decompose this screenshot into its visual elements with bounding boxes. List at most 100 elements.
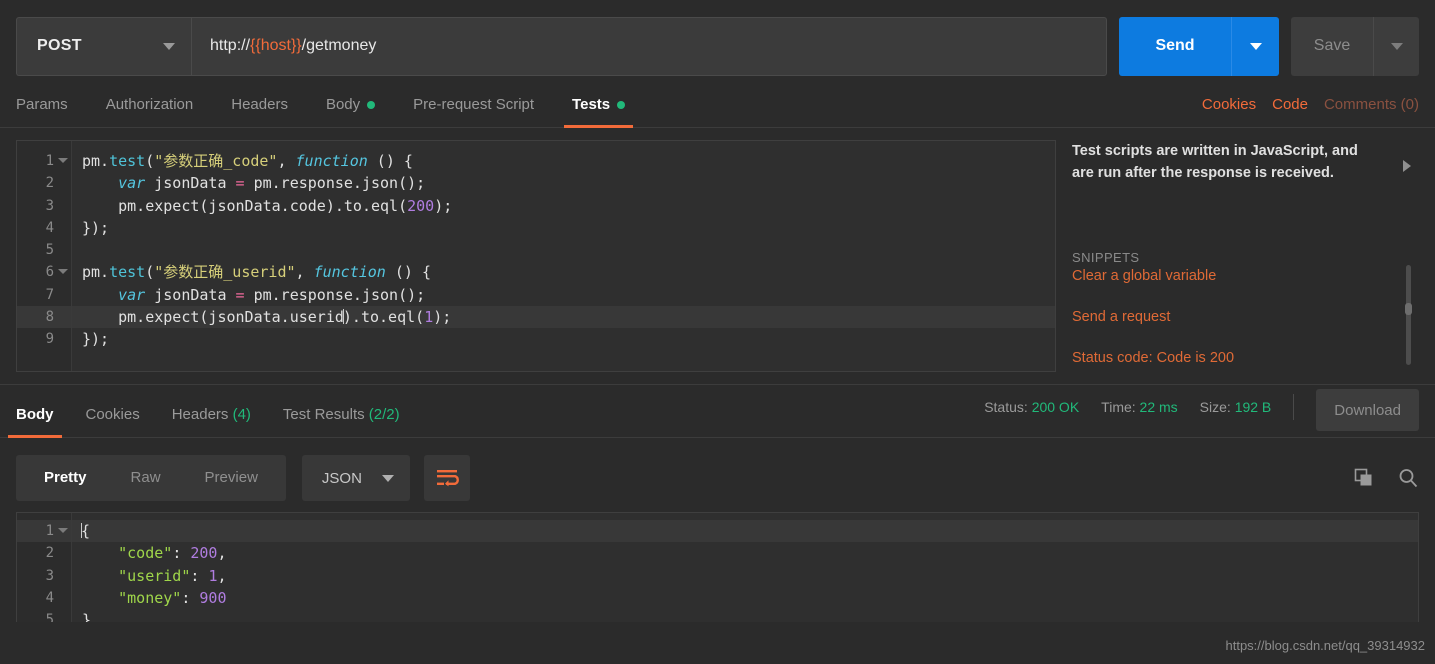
tab-label: Cookies	[85, 406, 140, 423]
line-number: 1	[17, 520, 71, 543]
fold-arrow-icon[interactable]	[58, 528, 68, 533]
url-input[interactable]: http://{{host}}/getmoney	[191, 16, 1107, 76]
status-value: 200 OK	[1031, 399, 1080, 415]
snippets-scrollbar[interactable]	[1405, 265, 1412, 365]
code-line-active: pm.expect(jsonData.userid).to.eql(1);	[72, 306, 1055, 329]
line-number: 7	[45, 286, 54, 303]
tab-body[interactable]: Body	[325, 96, 376, 127]
tab-label: Tests	[572, 96, 611, 113]
snippets-header: SNIPPETS	[1072, 250, 1140, 265]
json-line: "code": 200,	[118, 544, 227, 563]
json-line: {	[72, 520, 1418, 543]
send-button[interactable]: Send	[1119, 16, 1231, 76]
save-options-button[interactable]	[1373, 16, 1419, 76]
editor-line-number-gutter: 1 2 3 4 5 6 7 8 9	[17, 141, 72, 371]
line-number: 3	[45, 197, 54, 214]
cookies-link[interactable]: Cookies	[1202, 96, 1256, 113]
body-toolbar-actions	[1353, 467, 1419, 489]
search-icon	[1399, 469, 1418, 488]
response-tab-bar: Body Cookies Headers (4) Test Results (2…	[0, 384, 1435, 438]
response-tab-body[interactable]: Body	[8, 406, 61, 438]
search-button[interactable]	[1397, 467, 1419, 489]
test-results-count: (2/2)	[368, 406, 400, 423]
code-link[interactable]: Code	[1272, 96, 1308, 113]
fold-arrow-icon[interactable]	[58, 158, 68, 163]
tab-label: Headers	[171, 406, 229, 423]
tab-tests[interactable]: Tests	[564, 96, 634, 128]
word-wrap-icon	[436, 470, 459, 487]
size-label: Size:	[1199, 399, 1231, 415]
chevron-down-icon	[1390, 42, 1403, 50]
tab-label: Body	[325, 96, 361, 113]
tab-label: Authorization	[105, 96, 194, 113]
chevron-down-icon	[1249, 42, 1262, 50]
tab-pre-request-script[interactable]: Pre-request Script	[413, 96, 534, 127]
copy-icon	[1354, 468, 1372, 486]
tests-editor-area: 1 2 3 4 5 6 7 8 9 pm.test("参数正确_code", f…	[0, 128, 1435, 372]
tab-label: Params	[16, 96, 68, 113]
time-label: Time:	[1101, 399, 1136, 415]
fold-arrow-icon[interactable]	[58, 269, 68, 275]
save-button[interactable]: Save	[1291, 16, 1373, 76]
url-prefix: http://	[210, 37, 251, 54]
chevron-down-icon	[163, 42, 175, 50]
snippets-scrollbar-thumb[interactable]	[1405, 303, 1412, 315]
body-format-select[interactable]: JSON	[301, 455, 410, 501]
tab-label: Test Results	[282, 406, 365, 423]
tab-headers[interactable]: Headers	[231, 96, 288, 127]
http-method-label: POST	[37, 37, 82, 54]
collapse-panel-arrow-icon[interactable]	[1403, 160, 1411, 172]
snippet-send-a-request[interactable]: Send a request	[1072, 309, 1393, 325]
size-value: 192 B	[1234, 399, 1272, 415]
request-tab-bar: Params Authorization Headers Body Pre-re…	[0, 76, 1435, 128]
copy-button[interactable]	[1353, 467, 1375, 489]
response-tab-cookies[interactable]: Cookies	[86, 406, 140, 437]
request-tab-actions: Cookies Code Comments (0)	[1202, 96, 1419, 127]
tab-authorization[interactable]: Authorization	[106, 96, 194, 127]
postman-window: POST http://{{host}}/getmoney Send Save …	[0, 0, 1435, 664]
json-line: "money": 900	[118, 588, 227, 607]
line-number: 8	[17, 306, 71, 329]
body-format-label: JSON	[321, 469, 362, 487]
response-tab-headers[interactable]: Headers (4)	[172, 406, 251, 437]
snippet-clear-global-variable[interactable]: Clear a global variable	[1072, 268, 1393, 284]
time-meta: Time: 22 ms	[1101, 399, 1178, 415]
word-wrap-toggle[interactable]	[423, 455, 470, 501]
line-number: 1	[17, 150, 71, 172]
line-number: 5	[45, 612, 54, 622]
line-number: 4	[45, 219, 54, 236]
view-pretty[interactable]: Pretty	[22, 455, 109, 501]
response-body-viewer[interactable]: 1 2 3 4 5 { "code": 200, "userid": 1, "m…	[16, 512, 1419, 622]
code-line: var jsonData = pm.response.json();	[118, 174, 426, 193]
response-body-toolbar: Pretty Raw Preview JSON	[0, 438, 1435, 502]
view-preview[interactable]: Preview	[183, 455, 280, 501]
line-number: 9	[45, 331, 54, 348]
test-script-editor[interactable]: 1 2 3 4 5 6 7 8 9 pm.test("参数正确_code", f…	[16, 140, 1056, 372]
tab-label: Headers	[231, 96, 288, 113]
view-raw[interactable]: Raw	[109, 455, 183, 501]
chevron-down-icon	[381, 474, 394, 482]
response-line-number-gutter: 1 2 3 4 5	[17, 513, 72, 622]
tab-label: Body	[16, 406, 54, 423]
json-line: "userid": 1,	[118, 566, 227, 585]
editor-code-lines[interactable]: pm.test("参数正确_code", function () { var j…	[72, 141, 1055, 371]
time-value: 22 ms	[1139, 399, 1178, 415]
size-meta: Size: 192 B	[1200, 399, 1272, 415]
tab-label: Pre-request Script	[413, 96, 535, 113]
status-dot-icon	[617, 100, 626, 109]
line-number: 4	[45, 589, 54, 606]
tab-params[interactable]: Params	[16, 96, 68, 127]
watermark: https://blog.csdn.net/qq_39314932	[1225, 638, 1426, 653]
request-url-row: POST http://{{host}}/getmoney Send Save	[0, 0, 1435, 76]
divider	[1293, 394, 1295, 420]
status-label: Status:	[984, 399, 1028, 415]
snippet-status-code-200[interactable]: Status code: Code is 200	[1072, 350, 1393, 366]
send-options-button[interactable]	[1231, 16, 1279, 76]
json-line: }	[82, 611, 92, 622]
response-tab-test-results[interactable]: Test Results (2/2)	[283, 406, 400, 437]
download-button[interactable]: Download	[1316, 389, 1419, 431]
code-line: });	[82, 218, 110, 237]
line-number: 2	[45, 175, 54, 192]
http-method-select[interactable]: POST	[16, 16, 191, 76]
comments-link[interactable]: Comments (0)	[1324, 96, 1419, 113]
